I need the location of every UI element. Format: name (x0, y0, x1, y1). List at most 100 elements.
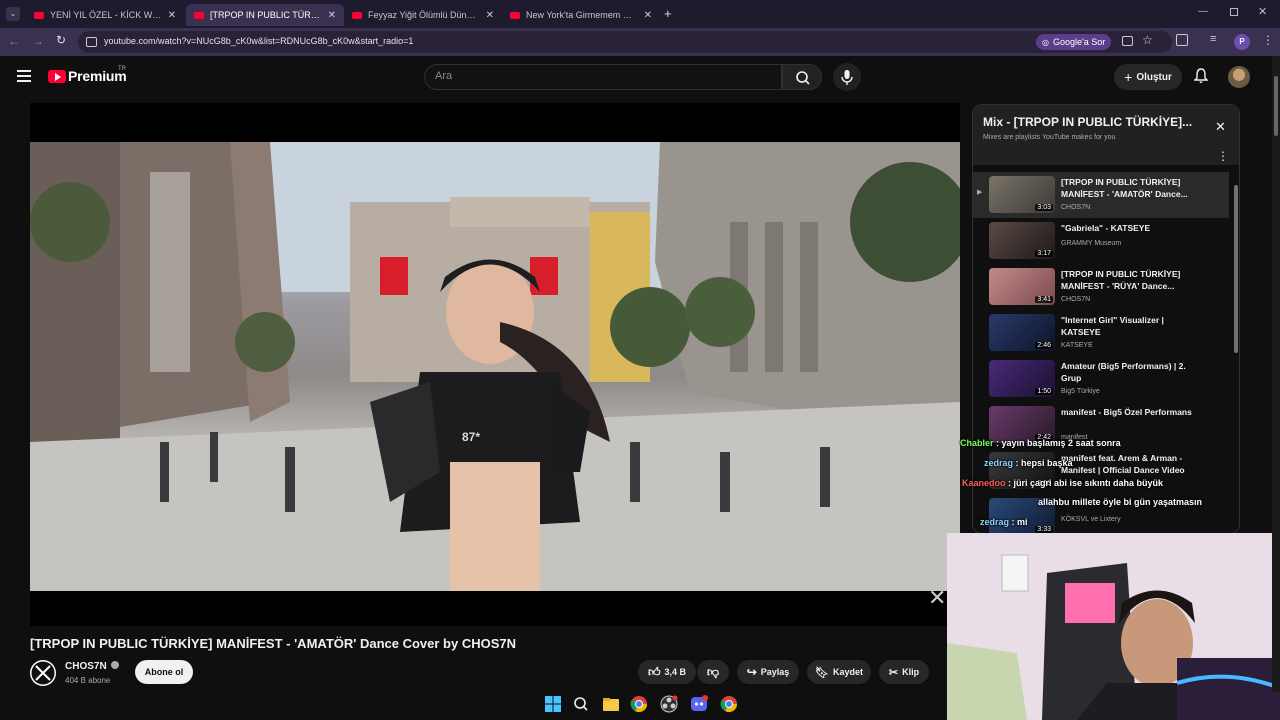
search-input[interactable] (435, 70, 765, 82)
page-scrollbar[interactable] (1272, 56, 1280, 692)
video-thumbnail[interactable]: 3:17 (989, 222, 1055, 259)
close-tab-icon[interactable]: ✕ (168, 10, 176, 21)
new-tab-button[interactable]: + (664, 6, 672, 21)
share-button[interactable]: ↪ Paylaş (737, 660, 799, 684)
install-app-icon[interactable] (1122, 36, 1133, 46)
tab-list-button[interactable]: ⌄ (6, 7, 20, 21)
close-tab-icon[interactable]: ✕ (486, 10, 494, 21)
search-button[interactable] (782, 64, 822, 90)
playlist-item[interactable]: 3:41 [TRPOP IN PUBLIC TÜRKİYE] MANİFEST … (973, 264, 1229, 310)
clip-label: Klip (902, 667, 920, 677)
close-window-icon[interactable]: ✕ (1258, 5, 1267, 18)
share-label: Paylaş (760, 667, 790, 677)
minimize-window-icon[interactable]: — (1198, 6, 1208, 17)
video-thumbnail[interactable]: 2:46 (989, 314, 1055, 351)
playlist-item-current[interactable]: ▶ 3:03 [TRPOP IN PUBLIC TÜRKİYE] MANİFES… (973, 172, 1229, 218)
file-explorer-icon[interactable] (602, 695, 620, 713)
chat-user: Chabler (960, 438, 994, 448)
maximize-window-icon[interactable] (1230, 8, 1238, 16)
playlist-item-title: "Gabriela" - KATSEYE (1061, 223, 1151, 233)
google-ask-label: Google'a Sor (1052, 37, 1106, 47)
channel-avatar[interactable] (30, 660, 56, 686)
video-thumbnail[interactable]: 3:41 (989, 268, 1055, 305)
thumbs-down-icon: 👎︎ (706, 664, 720, 679)
more-options-icon[interactable]: ⋮ (1217, 149, 1229, 163)
video-thumbnail[interactable]: 1:50 (989, 360, 1055, 397)
like-button[interactable]: 👍︎ 3,4 B (638, 660, 696, 684)
chrome-profile-icon[interactable] (720, 695, 738, 713)
hamburger-menu-icon[interactable] (17, 70, 31, 82)
shirt-text: 87* (462, 430, 481, 444)
video-scene (30, 142, 960, 591)
playlist-scrollbar[interactable] (1234, 185, 1238, 353)
video-thumbnail[interactable]: 3:03 (989, 176, 1055, 213)
back-icon[interactable]: ← (8, 34, 20, 48)
chat-message: allahbu millete öyle bi gün yaşatmasın (1038, 497, 1202, 507)
taskbar-search-icon[interactable] (572, 695, 590, 713)
chat-message: Kaanedoo : jüri çagri abi ise sıkıntı da… (962, 478, 1164, 488)
dislike-button[interactable]: 👎︎ (697, 660, 729, 684)
youtube-favicon-icon (352, 11, 362, 19)
save-button[interactable]: 🔖︎ Kaydet (807, 660, 871, 684)
chrome-icon[interactable] (630, 695, 648, 713)
forward-icon[interactable]: → (32, 34, 44, 48)
address-bar[interactable]: youtube.com/watch?v=NUcG8b_cK0w&list=RDN… (78, 31, 1172, 53)
browser-tab[interactable]: YENİ YIL ÖZEL - KİCK WRAPPED ✕ (26, 4, 184, 26)
playlist-item-channel: Big5 Türkiye (1061, 388, 1100, 395)
duration-badge: 3:03 (1035, 204, 1053, 211)
mix-title[interactable]: Mix - [TRPOP IN PUBLIC TÜRKİYE]... (983, 115, 1205, 129)
tab-title: New York'ta Girmemem Gereke (526, 10, 638, 20)
close-tab-icon[interactable]: ✕ (328, 10, 336, 21)
playlist-item-title: manifest feat. Arem & Arman - Manifest |… (1061, 453, 1185, 475)
chat-user: Kaanedoo (962, 478, 1006, 488)
browser-tab-active[interactable]: [TRPOP IN PUBLIC TÜRKİYE] MA ✕ (186, 4, 344, 26)
close-overlay-icon[interactable]: ✕ (928, 585, 946, 611)
tab-title: [TRPOP IN PUBLIC TÜRKİYE] MA (210, 10, 322, 20)
playlist-item-channel: CHOS7N (1061, 204, 1091, 211)
create-button[interactable]: + Oluştur (1114, 64, 1182, 90)
account-avatar[interactable] (1228, 66, 1250, 88)
region-code: TR (118, 66, 126, 72)
url-text: youtube.com/watch?v=NUcG8b_cK0w&list=RDN… (104, 36, 414, 46)
reading-list-icon[interactable]: ≡ (1210, 33, 1216, 45)
voice-search-button[interactable] (833, 63, 861, 91)
playlist-item-title: manifest - Big5 Özel Performans (1061, 407, 1192, 417)
notifications-bell-icon[interactable] (1193, 68, 1209, 89)
playlist-item-channel: KÖKSVL ve Lixtery (1061, 516, 1121, 523)
channel-name[interactable]: CHOS7N (65, 661, 120, 672)
close-panel-icon[interactable]: ✕ (1215, 119, 1226, 135)
search-box (424, 64, 782, 90)
browser-toolbar: ← → ↻ youtube.com/watch?v=NUcG8b_cK0w&li… (0, 28, 1280, 56)
obs-icon[interactable] (660, 695, 678, 713)
subscribe-button[interactable]: Abone ol (135, 660, 193, 684)
playlist-item[interactable]: 2:46 "Internet Girl" Visualizer | KATSEY… (973, 310, 1229, 356)
discord-icon[interactable] (690, 695, 708, 713)
chat-text: allahbu millete öyle bi gün yaşatmasın (1038, 497, 1203, 507)
playlist-item[interactable]: 3:17 "Gabriela" - KATSEYE GRAMMY Museum (973, 218, 1229, 264)
site-info-icon[interactable] (86, 37, 97, 47)
webcam-scene (947, 533, 1280, 720)
close-tab-icon[interactable]: ✕ (644, 10, 652, 21)
browser-tab[interactable]: New York'ta Girmemem Gereke ✕ (502, 4, 660, 26)
like-count: 3,4 B (664, 667, 687, 677)
google-ask-button[interactable]: ◎ Google'a Sor (1036, 34, 1112, 50)
start-windows-icon[interactable] (544, 695, 562, 713)
browser-menu-icon[interactable]: ⋮ (1262, 33, 1274, 47)
youtube-header: Premium TR + Oluştur (0, 56, 1270, 98)
create-label: Oluştur (1136, 71, 1172, 83)
extensions-icon[interactable] (1176, 34, 1188, 46)
profile-avatar[interactable]: P (1234, 34, 1250, 50)
youtube-favicon-icon (34, 11, 44, 19)
lens-icon: ◎ (1042, 37, 1049, 47)
video-frame[interactable]: 87* (30, 142, 960, 591)
video-player[interactable]: 87* ✕ (30, 103, 960, 626)
channel-logo-icon (30, 660, 56, 686)
browser-tab[interactable]: Feyyaz Yiğit Ölümlü Dünya Sah ✕ (344, 4, 502, 26)
bookmark-star-icon[interactable]: ☆ (1142, 33, 1153, 47)
browser-tab-bar: ⌄ YENİ YIL ÖZEL - KİCK WRAPPED ✕ [TRPOP … (0, 0, 1280, 28)
clip-button[interactable]: ✂ Klip (879, 660, 929, 684)
youtube-favicon-icon (194, 11, 204, 19)
reload-icon[interactable]: ↻ (56, 33, 66, 47)
playlist-item[interactable]: 1:50 Amateur (Big5 Performans) | 2. Grup… (973, 356, 1229, 402)
bookmark-icon: 🔖︎ (815, 666, 829, 679)
